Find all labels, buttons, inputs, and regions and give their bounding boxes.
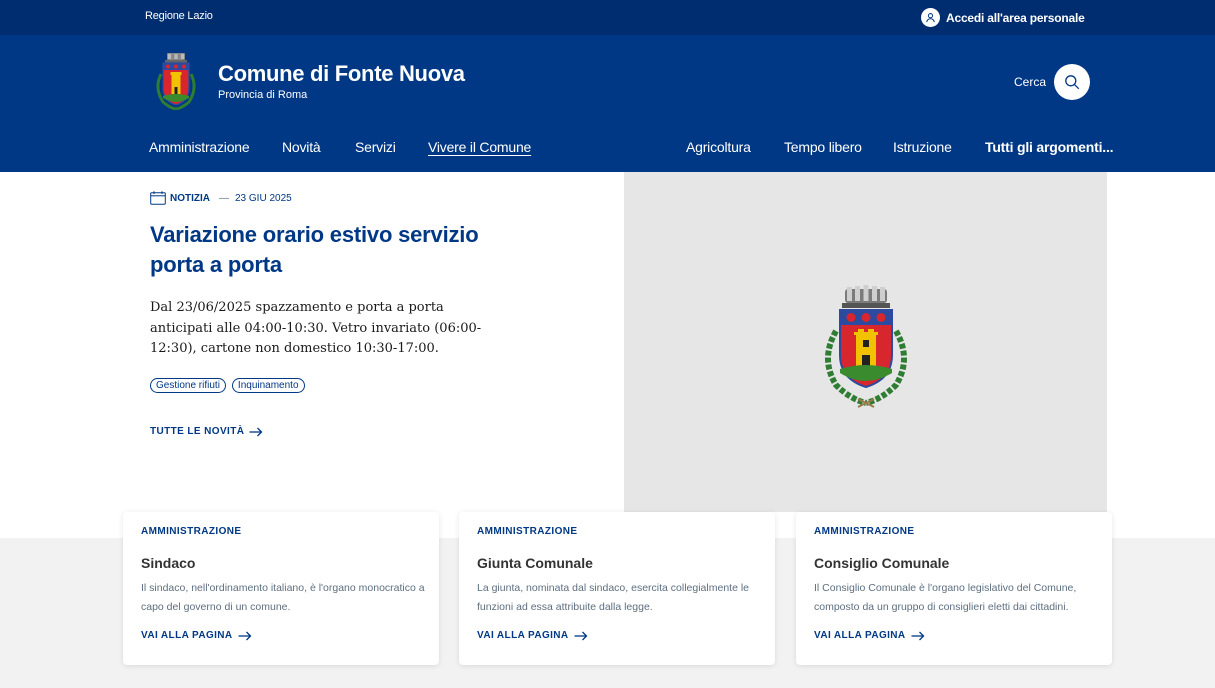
arrow-right-icon [238,631,251,640]
card-kicker: AMMINISTRAZIONE [814,526,915,537]
news-image[interactable] [624,172,1107,512]
nav-item-istruzione[interactable]: Istruzione [893,139,952,155]
news-date: 23 GIU 2025 [235,192,292,204]
tag-gestione-rifiuti[interactable]: Gestione rifiuti [150,378,226,393]
card-link-label: VAI ALLA PAGINA [141,630,233,641]
featured-news: NOTIZIA — 23 GIU 2025 Variazione orario … [0,172,1215,538]
all-news-link[interactable]: TUTTE LE NOVITÀ [150,426,263,437]
card-text: La giunta, nominata dal sindaco, esercit… [477,582,750,613]
card-sindaco[interactable]: AMMINISTRAZIONE Sindaco Il sindaco, nell… [123,512,439,665]
all-news-label: TUTTE LE NOVITÀ [150,426,245,437]
coat-of-arms-image [825,285,907,408]
top-bar: Regione Lazio Accedi all'area personale [0,0,1215,35]
site-title[interactable]: Comune di Fonte Nuova [218,61,465,87]
news-meta: NOTIZIA — 23 GIU 2025 [150,191,292,205]
meta-separator: — [219,192,229,204]
site-header: Comune di Fonte Nuova Provincia di Roma … [0,35,1215,172]
card-title[interactable]: Consiglio Comunale [814,555,949,571]
login-link[interactable]: Accedi all'area personale [921,8,1085,27]
arrow-right-icon [574,631,587,640]
nav-item-novita[interactable]: Novità [282,139,321,155]
nav-item-vivere-il-comune[interactable]: Vivere il Comune [428,139,531,155]
card-kicker: AMMINISTRAZIONE [141,526,242,537]
search-button[interactable] [1054,64,1090,100]
card-title[interactable]: Sindaco [141,555,195,571]
tag-inquinamento[interactable]: Inquinamento [231,378,305,393]
nav-item-tutti-gli-argomenti[interactable]: Tutti gli argomenti... [985,139,1114,155]
user-icon [921,8,940,27]
nav-item-agricoltura[interactable]: Agricoltura [686,139,751,155]
news-description: Dal 23/06/2025 spazzamento e porta a por… [150,300,482,356]
news-category: NOTIZIA [170,192,210,204]
card-link-label: VAI ALLA PAGINA [814,630,906,641]
card-link[interactable]: VAI ALLA PAGINA [141,630,252,641]
card-text: Il sindaco, nell'ordinamento italiano, è… [141,582,425,613]
region-link[interactable]: Regione Lazio [145,10,213,22]
nav-item-tempo-libero[interactable]: Tempo libero [784,139,862,155]
site-subtitle: Provincia di Roma [218,89,308,101]
search-label: Cerca [1014,75,1047,89]
nav-item-amministrazione[interactable]: Amministrazione [149,139,250,155]
login-label: Accedi all'area personale [946,10,1085,25]
card-consiglio-comunale[interactable]: AMMINISTRAZIONE Consiglio Comunale Il Co… [796,512,1112,665]
arrow-right-icon [249,427,263,436]
coat-of-arms-logo[interactable] [153,52,199,110]
news-tags: Gestione rifiuti Inquinamento [150,378,305,393]
card-link[interactable]: VAI ALLA PAGINA [814,630,925,641]
card-title[interactable]: Giunta Comunale [477,555,593,571]
card-kicker: AMMINISTRAZIONE [477,526,578,537]
card-link[interactable]: VAI ALLA PAGINA [477,630,588,641]
arrow-right-icon [911,631,924,640]
calendar-icon [150,191,166,205]
card-link-label: VAI ALLA PAGINA [477,630,569,641]
news-title[interactable]: Variazione orario estivo servizio porta … [150,220,520,280]
search-icon [1065,75,1080,90]
card-text: Il Consiglio Comunale è l'organo legisla… [814,582,1077,613]
card-giunta-comunale[interactable]: AMMINISTRAZIONE Giunta Comunale La giunt… [459,512,775,665]
nav-item-servizi[interactable]: Servizi [355,139,396,155]
